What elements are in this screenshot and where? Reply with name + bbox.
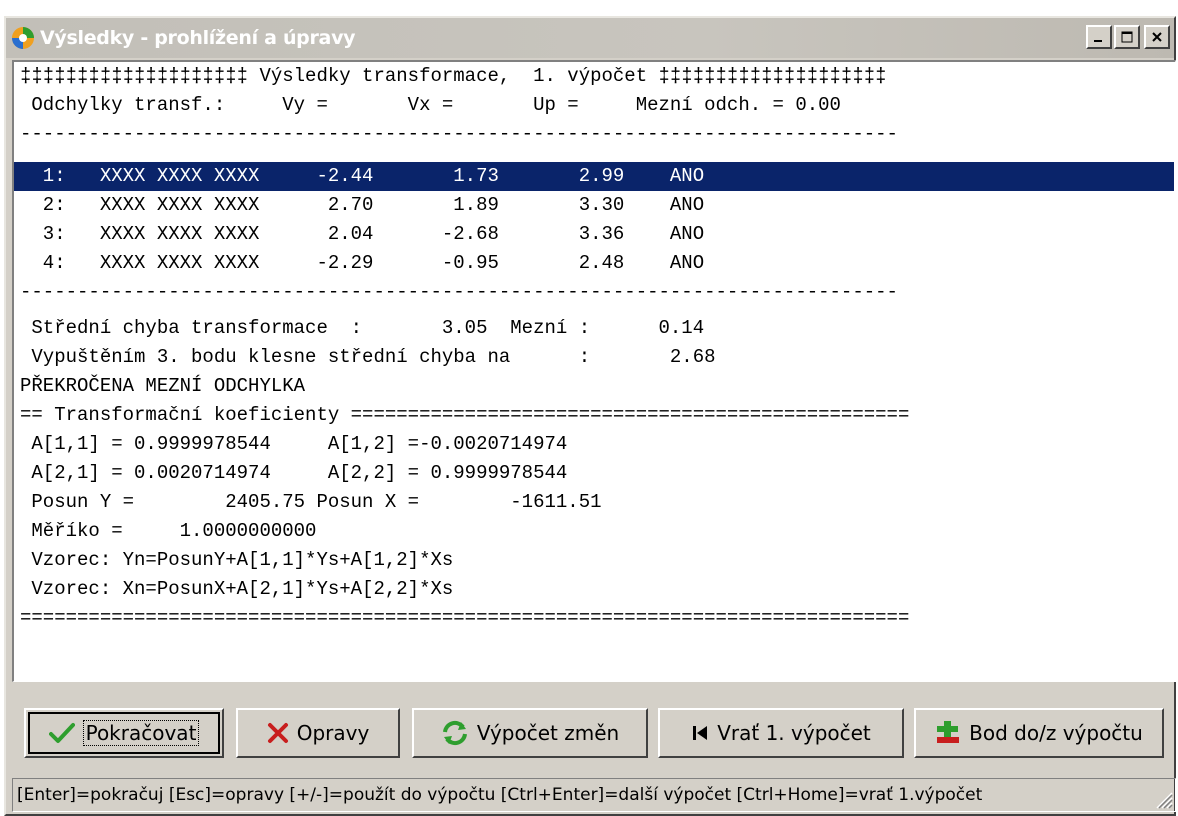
results-window: Výsledky - prohlížení a úpravy ‡‡‡‡‡‡‡‡‡… (4, 16, 1176, 816)
text-line: PŘEKROČENA MEZNÍ ODCHYLKA (20, 375, 306, 397)
text-line: ----------------------------------------… (20, 281, 898, 303)
text-line: ========================================… (20, 607, 910, 629)
result-row[interactable]: 2: XXXX XXXX XXXX 2.70 1.89 3.30 ANO (14, 191, 1174, 220)
text-line: Měříko = 1.0000000000 (20, 520, 317, 542)
revert-label: Vrať 1. výpočet (717, 721, 871, 745)
text-line: A[1,1] = 0.9999978544 A[1,2] =-0.0020714… (20, 433, 568, 455)
x-icon (267, 723, 288, 743)
point-toggle-button[interactable]: Bod do/z výpočtu (914, 708, 1164, 758)
text-line: Vypuštěním 3. bodu klesne střední chyba … (20, 346, 716, 368)
close-button[interactable] (1144, 25, 1170, 49)
resize-grip-icon[interactable] (1153, 789, 1173, 809)
checkmark-icon (48, 723, 75, 743)
point-toggle-label: Bod do/z výpočtu (969, 721, 1143, 745)
continue-button[interactable]: Pokračovat (24, 708, 224, 758)
text-line: Odchylky transf.: Vy = Vx = Up = Mezní o… (20, 94, 841, 116)
app-icon (12, 27, 34, 49)
title-bar[interactable]: Výsledky - prohlížení a úpravy (6, 18, 1174, 58)
text-line: == Transformační koeficienty ===========… (20, 404, 910, 426)
text-line: A[2,1] = 0.0020714974 A[2,2] = 0.9999978… (20, 462, 568, 484)
text-line: Posun Y = 2405.75 Posun X = -1611.51 (20, 491, 602, 513)
minimize-icon (1094, 40, 1102, 42)
revert-button[interactable]: Vrať 1. výpočet (658, 708, 904, 758)
recalc-label: Výpočet změn (476, 721, 620, 745)
close-icon (1152, 32, 1162, 42)
results-text-pane[interactable]: ‡‡‡‡‡‡‡‡‡‡‡‡‡‡‡‡‡‡‡‡ Výsledky transforma… (12, 60, 1176, 682)
result-row-selected[interactable]: 1: XXXX XXXX XXXX -2.44 1.73 2.99 ANO (14, 162, 1174, 191)
corrections-label: Opravy (296, 721, 370, 745)
recalc-button[interactable]: Výpočet změn (412, 708, 648, 758)
text-line: Vzorec: Xn=PosunX+A[2,1]*Ys+A[2,2]*Xs (20, 578, 454, 600)
skip-back-icon (693, 726, 708, 740)
result-row[interactable]: 3: XXXX XXXX XXXX 2.04 -2.68 3.36 ANO (14, 220, 1174, 249)
continue-label: Pokračovat (82, 720, 200, 746)
maximize-button[interactable] (1114, 25, 1140, 49)
status-bar: [Enter]=pokračuj [Esc]=opravy [+/-]=použ… (12, 778, 1176, 812)
minimize-button[interactable] (1086, 25, 1112, 49)
text-line: Střední chyba transformace : 3.05 Mezní … (20, 317, 705, 339)
text-line: ‡‡‡‡‡‡‡‡‡‡‡‡‡‡‡‡‡‡‡‡ Výsledky transforma… (20, 65, 887, 87)
window-title: Výsledky - prohlížení a úpravy (40, 27, 356, 49)
text-line: ----------------------------------------… (20, 123, 898, 145)
result-row[interactable]: 4: XXXX XXXX XXXX -2.29 -0.95 2.48 ANO (14, 249, 1174, 278)
text-line: Vzorec: Yn=PosunY+A[1,1]*Ys+A[1,2]*Xs (20, 549, 454, 571)
refresh-icon (442, 720, 467, 746)
corrections-button[interactable]: Opravy (236, 708, 400, 758)
plus-minus-icon (937, 721, 960, 743)
maximize-icon (1121, 31, 1133, 43)
button-bar: Pokračovat Opravy Výpočet změn Vrať 1. v… (24, 708, 1164, 758)
status-bar-text: [Enter]=pokračuj [Esc]=opravy [+/-]=použ… (17, 785, 983, 805)
